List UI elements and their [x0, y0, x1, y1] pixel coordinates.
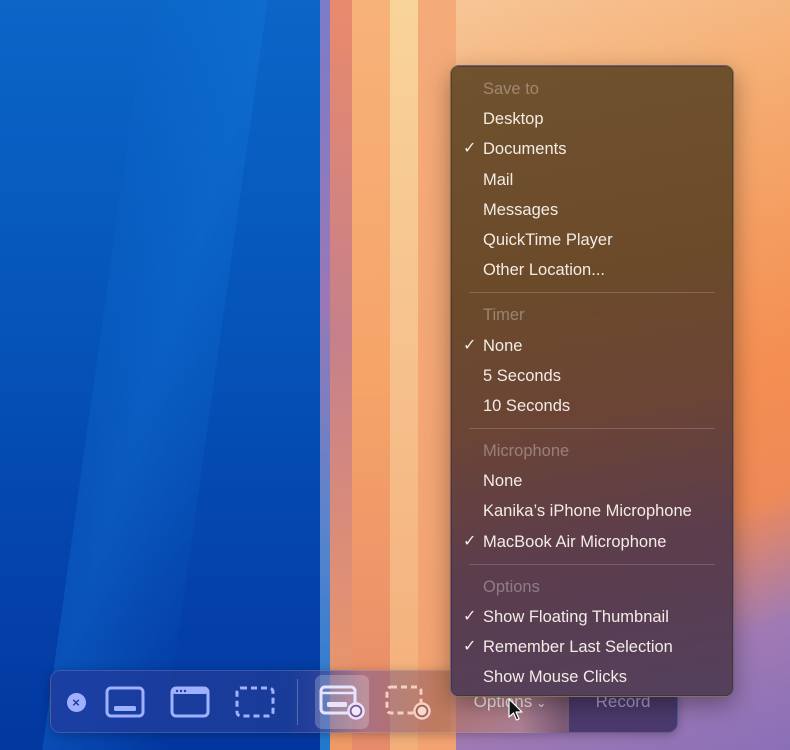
checkmark-icon: ✓ [463, 336, 477, 354]
menu-section-options: Options [483, 577, 540, 596]
menu-item-timer-5-seconds[interactable]: 5 Seconds [451, 361, 733, 391]
menu-item-label: Show Floating Thumbnail [483, 608, 669, 626]
chevron-down-icon: ⌄ [536, 695, 547, 710]
menu-item-label: MacBook Air Microphone [483, 532, 667, 551]
toolbar-divider [297, 679, 298, 725]
wallpaper-band [350, 0, 390, 750]
capture-entire-screen-button[interactable] [103, 675, 147, 729]
selection-capture-icon [235, 686, 275, 718]
menu-item-timer-none[interactable]: ✓ None [451, 331, 733, 361]
menu-separator [469, 292, 715, 294]
menu-item-label: Other Location... [483, 261, 605, 280]
checkmark-icon: ✓ [463, 638, 477, 656]
menu-item-mail[interactable]: Mail [451, 165, 733, 195]
record-entire-screen-button[interactable] [315, 675, 369, 729]
capture-selected-portion-button[interactable] [233, 675, 277, 729]
menu-separator [469, 428, 715, 430]
menu-item-label: 5 Seconds [483, 366, 561, 385]
menu-item-messages[interactable]: Messages [451, 195, 733, 225]
menu-item-macbook-air-microphone[interactable]: ✓ MacBook Air Microphone [451, 527, 733, 557]
menu-item-label: Desktop [483, 110, 544, 129]
menu-item-label: Kanika’s iPhone Microphone [483, 502, 692, 521]
mouse-cursor-icon [508, 698, 523, 721]
menu-item-show-floating-thumbnail[interactable]: ✓ Show Floating Thumbnail [451, 602, 733, 632]
screen-capture-icon [105, 686, 145, 718]
wallpaper-band [388, 0, 418, 750]
menu-separator [469, 563, 715, 565]
menu-item-label: Remember Last Selection [483, 638, 673, 657]
menu-item-label: Documents [483, 140, 567, 159]
window-capture-icon [170, 686, 210, 718]
menu-item-label: Mail [483, 170, 514, 189]
menu-section-save-to: Save to [483, 80, 539, 98]
options-menu: Save to Desktop ✓ Documents Mail Messages… [450, 65, 734, 697]
close-button[interactable]: × [65, 675, 87, 729]
menu-item-timer-10-seconds[interactable]: 10 Seconds [451, 391, 733, 421]
close-icon: × [66, 692, 86, 712]
checkmark-icon: ✓ [463, 140, 477, 158]
menu-item-remember-last-selection[interactable]: ✓ Remember Last Selection [451, 632, 733, 662]
menu-item-other-location[interactable]: Other Location... [451, 255, 733, 285]
capture-selected-window-button[interactable] [168, 675, 212, 729]
menu-item-label: None [483, 472, 523, 491]
checkmark-icon: ✓ [463, 608, 477, 625]
menu-item-label: Show Mouse Clicks [483, 668, 627, 687]
menu-item-desktop[interactable]: Desktop [451, 104, 733, 134]
record-selected-portion-button[interactable] [381, 675, 435, 729]
menu-item-microphone-none[interactable]: None [451, 466, 733, 496]
selection-record-icon [385, 685, 431, 720]
menu-item-show-mouse-clicks[interactable]: Show Mouse Clicks [451, 662, 733, 692]
menu-item-label: None [483, 336, 523, 355]
menu-item-label: QuickTime Player [483, 230, 613, 249]
menu-item-label: 10 Seconds [483, 396, 571, 415]
menu-item-quicktime-player[interactable]: QuickTime Player [451, 225, 733, 255]
menu-section-microphone: Microphone [483, 442, 570, 461]
menu-section-timer: Timer [483, 306, 525, 325]
menu-item-label: Messages [483, 200, 559, 219]
checkmark-icon: ✓ [463, 532, 477, 550]
menu-item-iphone-microphone[interactable]: Kanika’s iPhone Microphone [451, 496, 733, 526]
screen-record-icon [319, 685, 365, 720]
menu-item-documents[interactable]: ✓ Documents [451, 134, 733, 164]
